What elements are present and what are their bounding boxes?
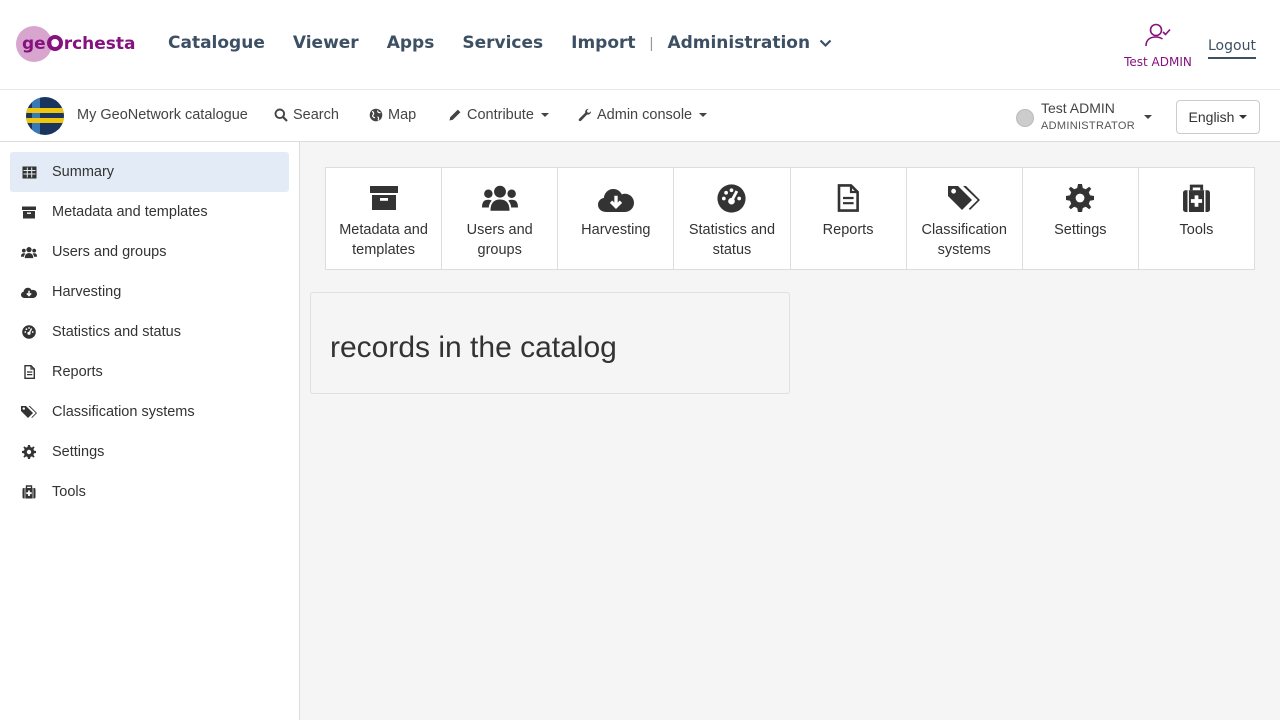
tile-settings[interactable]: Settings xyxy=(1023,168,1139,269)
contribute-label: Contribute xyxy=(467,107,534,123)
sidebar-item-label: Classification systems xyxy=(52,404,195,420)
caret-down-icon xyxy=(1239,115,1248,119)
tile-label: Statistics and status xyxy=(688,222,776,258)
sidebar-item-label: Summary xyxy=(52,164,115,180)
gn-user-name: Test ADMIN xyxy=(1041,100,1115,116)
tile-statistics[interactable]: Statistics and status xyxy=(674,168,791,269)
language-selector[interactable]: English xyxy=(1176,100,1260,134)
admin-sidebar: Summary Metadata and templates Users and… xyxy=(0,142,300,720)
georchestra-logo[interactable]: ge rchesta xyxy=(16,26,146,64)
sidebar-item-users[interactable]: Users and groups xyxy=(10,232,289,272)
nav-apps[interactable]: Apps xyxy=(387,33,435,53)
nav-administration[interactable]: Administration xyxy=(667,33,832,53)
tile-label: Users and groups xyxy=(466,222,533,258)
search-icon xyxy=(274,108,288,122)
dashboard-icon xyxy=(21,324,37,340)
admin-console-label: Admin console xyxy=(597,107,693,123)
geonetwork-navbar: My GeoNetwork catalogue Search Map Contr… xyxy=(0,91,1280,142)
sidebar-item-metadata[interactable]: Metadata and templates xyxy=(10,192,289,232)
medkit-icon xyxy=(1139,182,1254,214)
sidebar-item-label: Tools xyxy=(52,484,86,500)
chevron-down-icon xyxy=(819,39,832,47)
tags-icon xyxy=(907,182,1022,214)
catalogue-name: My GeoNetwork catalogue xyxy=(77,107,248,123)
pencil-icon xyxy=(449,109,461,121)
gear-icon xyxy=(21,444,37,460)
dashboard-icon xyxy=(674,182,789,214)
tile-label: Reports xyxy=(822,222,874,238)
catalogue-home-link[interactable]: My GeoNetwork catalogue xyxy=(77,107,248,123)
tile-label: Metadata and templates xyxy=(339,222,428,258)
tile-harvesting[interactable]: Harvesting xyxy=(558,168,675,269)
sidebar-item-label: Settings xyxy=(52,444,105,460)
nav-services[interactable]: Services xyxy=(462,33,543,53)
sidebar-item-classification[interactable]: Classification systems xyxy=(10,392,289,432)
geo-user-label: Test ADMIN xyxy=(1124,55,1192,69)
cloud-download-icon xyxy=(21,284,37,300)
language-label: English xyxy=(1188,109,1235,125)
archive-icon xyxy=(326,182,441,214)
tile-label: Settings xyxy=(1054,222,1107,238)
sidebar-item-tools[interactable]: Tools xyxy=(10,472,289,512)
archive-icon xyxy=(21,204,37,220)
sidebar-item-harvesting[interactable]: Harvesting xyxy=(10,272,289,312)
nav-viewer[interactable]: Viewer xyxy=(293,33,359,53)
georchestra-header: ge rchesta Catalogue Viewer Apps Services… xyxy=(0,0,1280,90)
tile-metadata[interactable]: Metadata and templates xyxy=(326,168,443,269)
sidebar-item-summary[interactable]: Summary xyxy=(10,152,289,192)
globe-icon xyxy=(369,108,383,122)
gear-icon xyxy=(1023,182,1138,214)
nav-import[interactable]: Import xyxy=(571,33,635,53)
logout-link[interactable]: Logout xyxy=(1208,38,1256,59)
table-icon xyxy=(21,164,37,180)
geonetwork-logo[interactable] xyxy=(26,97,64,135)
file-icon xyxy=(21,364,37,380)
search-link[interactable]: Search xyxy=(274,107,339,123)
cloud-download-icon xyxy=(558,182,673,214)
logo-text: ge rchesta xyxy=(22,34,136,54)
tile-label: Harvesting xyxy=(581,222,651,238)
geo-user-menu[interactable]: Test ADMIN xyxy=(1118,22,1198,69)
user-check-icon xyxy=(1145,23,1171,47)
gn-user-role: ADMINISTRATOR xyxy=(1041,120,1135,132)
admin-console-menu[interactable]: Admin console xyxy=(578,107,708,123)
caret-down-icon xyxy=(1144,115,1152,119)
search-label: Search xyxy=(293,107,339,123)
avatar xyxy=(1016,109,1034,127)
sidebar-item-label: Users and groups xyxy=(52,244,167,260)
contribute-menu[interactable]: Contribute xyxy=(448,107,549,123)
nav-catalogue[interactable]: Catalogue xyxy=(168,33,265,53)
sidebar-item-statistics[interactable]: Statistics and status xyxy=(10,312,289,352)
records-summary-panel: records in the catalog xyxy=(310,292,790,394)
tile-label: Tools xyxy=(1179,222,1214,238)
tile-users[interactable]: Users and groups xyxy=(442,168,559,269)
main-content: Metadata and templates Users and groups … xyxy=(300,142,1280,720)
sidebar-item-label: Harvesting xyxy=(52,284,122,300)
tile-tools[interactable]: Tools xyxy=(1139,168,1254,269)
users-icon xyxy=(442,182,557,214)
wrench-icon xyxy=(578,108,591,122)
nav-administration-label: Administration xyxy=(667,33,811,53)
map-label: Map xyxy=(388,107,417,123)
tile-reports[interactable]: Reports xyxy=(791,168,907,269)
tags-icon xyxy=(21,404,37,420)
tile-label: Classification systems xyxy=(921,222,1007,258)
sidebar-item-label: Reports xyxy=(52,364,103,380)
nav-separator: | xyxy=(649,34,654,52)
medkit-icon xyxy=(21,484,37,500)
map-link[interactable]: Map xyxy=(369,107,416,123)
sidebar-item-settings[interactable]: Settings xyxy=(10,432,289,472)
tile-classification[interactable]: Classification systems xyxy=(907,168,1023,269)
file-icon xyxy=(791,182,906,214)
users-icon xyxy=(21,244,37,260)
georchestra-nav: Catalogue Viewer Apps Services Import | … xyxy=(168,33,860,53)
caret-down-icon xyxy=(540,113,549,117)
admin-tiles: Metadata and templates Users and groups … xyxy=(325,167,1255,270)
caret-down-icon xyxy=(699,113,708,117)
sidebar-item-label: Metadata and templates xyxy=(52,204,208,220)
sidebar-item-reports[interactable]: Reports xyxy=(10,352,289,392)
records-count-text: records in the catalog xyxy=(330,331,617,364)
sidebar-item-label: Statistics and status xyxy=(52,324,181,340)
